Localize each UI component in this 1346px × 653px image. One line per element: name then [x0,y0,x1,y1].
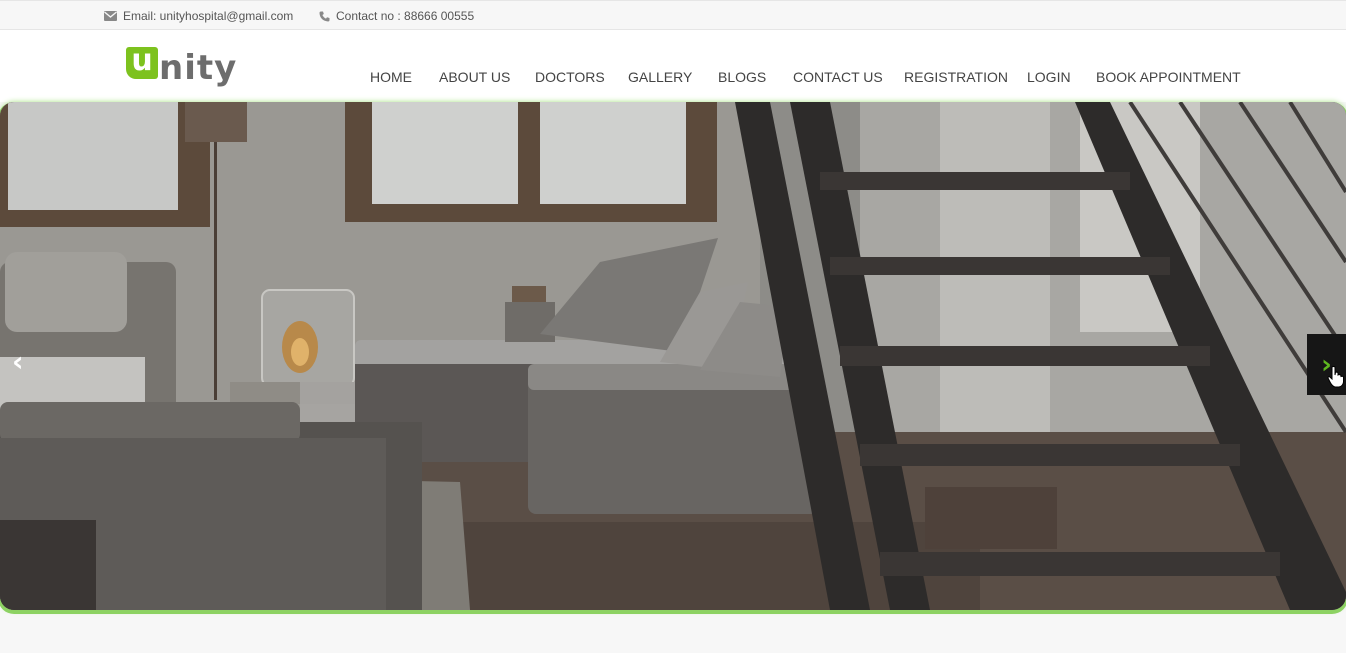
nav-home[interactable]: HOME [370,69,412,85]
email-info[interactable]: Email: unityhospital@gmail.com [104,9,293,23]
slide-image [0,102,1346,610]
nav-doctors[interactable]: DOCTORS [535,69,605,85]
hand-cursor-icon [1327,366,1345,393]
main-nav: HOME ABOUT US DOCTORS GALLERY BLOGS CONT… [0,69,1346,89]
hero-slider[interactable]: ‹ › [0,102,1346,610]
site-header: u nity HOME ABOUT US DOCTORS GALLERY BLO… [0,30,1346,102]
top-info-bar: Email: unityhospital@gmail.com Contact n… [0,0,1346,30]
nav-gallery[interactable]: GALLERY [628,69,692,85]
email-text: Email: unityhospital@gmail.com [123,9,294,23]
slider-prev-button[interactable]: ‹ [12,348,24,376]
phone-icon [319,11,330,22]
contact-text: Contact no : 88666 00555 [336,9,475,23]
nav-blogs[interactable]: BLOGS [718,69,766,85]
nav-login[interactable]: LOGIN [1027,69,1071,85]
nav-about-us[interactable]: ABOUT US [439,69,510,85]
nav-registration[interactable]: REGISTRATION [904,69,1008,85]
envelope-icon [104,11,117,21]
contact-info[interactable]: Contact no : 88666 00555 [319,9,474,23]
nav-contact-us[interactable]: CONTACT US [793,69,883,85]
nav-book-appointment[interactable]: BOOK APPOINTMENT [1096,69,1241,85]
